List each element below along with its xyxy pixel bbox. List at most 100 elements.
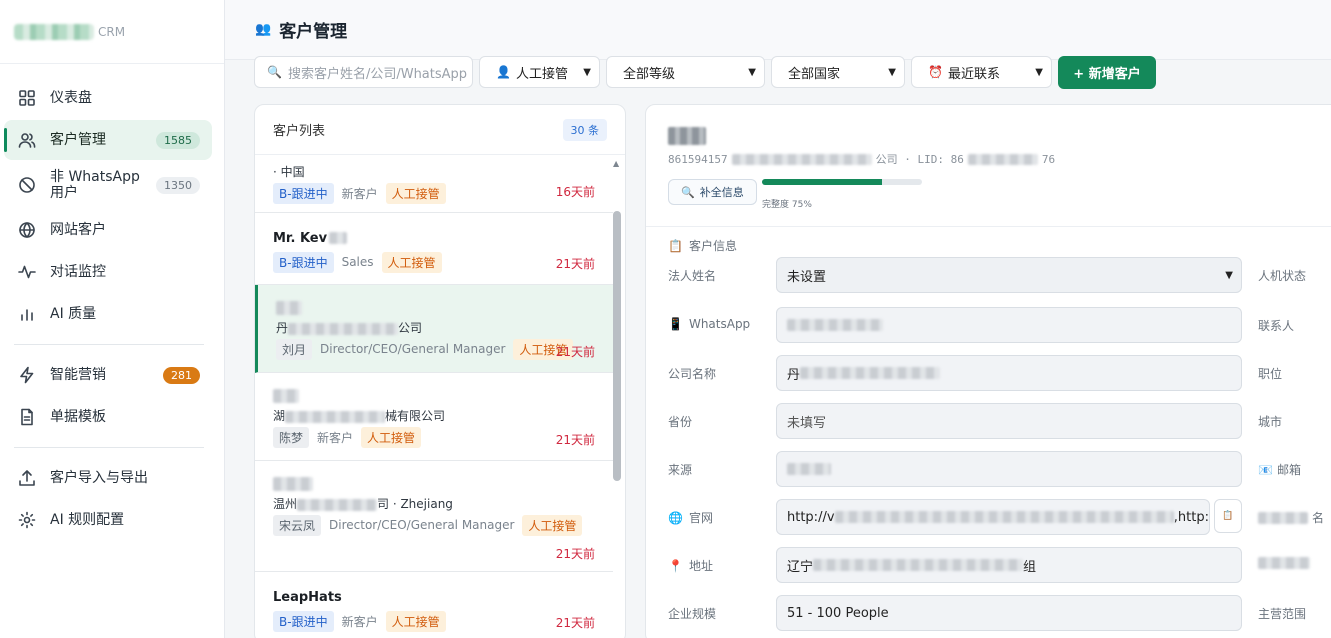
sidebar-nav: 仪表盘 客户管理 1585 非 WhatsApp 用户 1350 网站客户 对话…	[0, 64, 224, 540]
sidebar-item-label: 客户导入与导出	[50, 470, 148, 486]
chevron-down-icon: ▼	[1035, 66, 1043, 78]
field-label: 🌐 官网	[668, 510, 713, 526]
field-whatsapp: 📱 WhatsApp 联系人	[646, 307, 1331, 343]
chevron-down-icon: ▼	[888, 66, 896, 78]
level-filter-select[interactable]: 全部等级 ▼	[606, 56, 765, 88]
province-input[interactable]: 未填写	[776, 403, 1242, 439]
redacted-text	[329, 232, 348, 244]
field-scale: 企业规模 51 - 100 People 主营范围	[646, 595, 1331, 631]
list-item-selected[interactable]: 丹公司 刘月 Director/CEO/General Manager 人工接管…	[255, 285, 613, 373]
handler-badge: 人工接管	[361, 426, 422, 448]
complete-info-button[interactable]: 🔍 补全信息	[668, 179, 757, 205]
legal-name-select[interactable]: 未设置 ▼	[776, 257, 1242, 293]
sidebar-item-smart-marketing[interactable]: 智能营销 281	[4, 355, 212, 395]
filter-bar: 🔍 搜索客户姓名/公司/WhatsApp 👤 人工接管 ▼ 全部等级 ▼ 全部国…	[254, 56, 1156, 89]
address-input[interactable]: 辽宁 组	[776, 547, 1242, 583]
field-label: 公司名称	[668, 367, 717, 381]
redacted-text	[813, 559, 1024, 571]
sidebar-item-label: 智能营销	[50, 367, 106, 383]
sidebar-item-label: 客户管理	[50, 132, 106, 148]
scrollbar-thumb[interactable]	[613, 211, 621, 481]
list-item[interactable]: LeapHats B-跟进中 新客户 人工接管 21天前	[255, 572, 613, 638]
sort-select[interactable]: ⏰ 最近联系 ▼	[911, 56, 1052, 88]
sidebar: CRM 仪表盘 客户管理 1585 非 WhatsApp 用户 1350 网站客…	[0, 0, 225, 638]
sidebar-item-label: 对话监控	[50, 264, 106, 280]
scroll-up-arrow-icon[interactable]: ▲	[613, 159, 619, 168]
customer-company: 湖械有限公司	[273, 409, 446, 423]
completion-progress-fill	[762, 179, 882, 185]
completion-progress-bar	[762, 179, 922, 185]
field-label: 人机状态	[1258, 269, 1307, 283]
sidebar-item-customers[interactable]: 客户管理 1585	[4, 120, 212, 160]
sidebar-item-label: AI 规则配置	[50, 512, 125, 528]
customer-detail-panel: 861594157 公司 · LID: 86 76 🔍 补全信息 完整度 75%…	[645, 104, 1331, 638]
handler-filter-select[interactable]: 👤 人工接管 ▼	[479, 56, 600, 88]
phone-icon: 📱	[668, 317, 683, 331]
list-item[interactable]: Mr. Kev B-跟进中 Sales 人工接管 21天前	[255, 213, 613, 285]
handler-badge: 人工接管	[381, 251, 442, 273]
source-input[interactable]	[776, 451, 1242, 487]
last-contact-time: 21天前	[555, 257, 595, 271]
list-scrollbar[interactable]: ▲	[612, 155, 622, 638]
customer-tags: B-跟进中 新客户 人工接管	[273, 610, 595, 632]
list-item[interactable]: 温州司 · Zhejiang 宋云凤 Director/CEO/General …	[255, 461, 613, 572]
sidebar-item-doc-templates[interactable]: 单据模板	[4, 397, 212, 437]
website-input[interactable]: http://v ,http:	[776, 499, 1210, 535]
customer-list-panel: 客户列表 30 条 · 中国 B-跟进中 新客户 人工接管 16天前 Mr. K…	[254, 104, 626, 638]
clipboard-icon: 📋	[1222, 511, 1234, 521]
field-label: 名	[1258, 509, 1324, 526]
customer-role: Sales	[341, 255, 374, 269]
globe-icon: 🌐	[668, 510, 683, 525]
customer-tags: 刘月 Director/CEO/General Manager 人工接管	[276, 338, 595, 360]
redacted-text	[834, 511, 1174, 523]
bar-chart-icon	[18, 305, 36, 323]
field-province: 省份 未填写 城市	[646, 403, 1331, 439]
customer-name: LeapHats	[273, 589, 342, 605]
sidebar-item-ai-quality[interactable]: AI 质量	[4, 294, 212, 334]
sidebar-item-ai-rules[interactable]: AI 规则配置	[4, 500, 212, 540]
sidebar-item-dashboard[interactable]: 仪表盘	[4, 78, 212, 118]
brand-logo	[14, 23, 94, 40]
country-filter-select[interactable]: 全部国家 ▼	[771, 56, 905, 88]
field-label: 职位	[1258, 367, 1283, 381]
globe-icon	[18, 221, 36, 239]
last-contact-time: 21天前	[555, 345, 595, 359]
field-label: 📱 WhatsApp	[668, 317, 751, 331]
customer-role: 新客户	[341, 186, 378, 201]
list-item[interactable]: · 中国 B-跟进中 新客户 人工接管 16天前	[255, 155, 613, 213]
nav-divider	[14, 344, 204, 345]
owner-badge: 宋云凤	[273, 514, 322, 536]
handler-badge: 人工接管	[385, 182, 446, 204]
activity-icon	[18, 263, 36, 281]
add-customer-button[interactable]: + 新增客户	[1058, 56, 1156, 89]
clipboard-button[interactable]: 📋	[1214, 499, 1242, 533]
field-company: 公司名称 丹 职位	[646, 355, 1331, 391]
list-item[interactable]: 湖械有限公司 陈梦 新客户 人工接管 21天前	[255, 373, 613, 461]
customer-company: 丹公司	[276, 321, 423, 335]
sidebar-item-non-whatsapp[interactable]: 非 WhatsApp 用户 1350	[4, 162, 212, 208]
customer-count-badge: 1585	[156, 131, 200, 149]
owner-badge: 陈梦	[273, 426, 310, 448]
field-label: 城市	[1258, 415, 1283, 429]
redacted-text	[787, 319, 883, 331]
redacted-text	[273, 389, 299, 403]
document-icon	[18, 408, 36, 426]
sidebar-item-website-customers[interactable]: 网站客户	[4, 210, 212, 250]
customer-list-title: 客户列表	[273, 124, 326, 139]
whatsapp-input[interactable]	[776, 307, 1242, 343]
owner-badge: 刘月	[276, 338, 313, 360]
sidebar-item-chat-monitor[interactable]: 对话监控	[4, 252, 212, 292]
sidebar-item-label: 仪表盘	[50, 90, 92, 106]
customer-company: · 中国	[273, 165, 305, 179]
scale-input[interactable]: 51 - 100 People	[776, 595, 1242, 631]
customer-name: Mr. Kev	[273, 229, 595, 247]
customer-role: 新客户	[317, 430, 354, 445]
search-input[interactable]: 🔍 搜索客户姓名/公司/WhatsApp	[254, 56, 473, 88]
field-address: 📍 地址 辽宁 组	[646, 547, 1331, 583]
customer-tags: 陈梦 新客户 人工接管	[273, 426, 595, 448]
redacted-text	[967, 153, 1038, 165]
company-input[interactable]: 丹	[776, 355, 1242, 391]
sidebar-item-import-export[interactable]: 客户导入与导出	[4, 458, 212, 498]
sidebar-item-label: AI 质量	[50, 306, 97, 322]
last-contact-time: 21天前	[555, 433, 595, 447]
